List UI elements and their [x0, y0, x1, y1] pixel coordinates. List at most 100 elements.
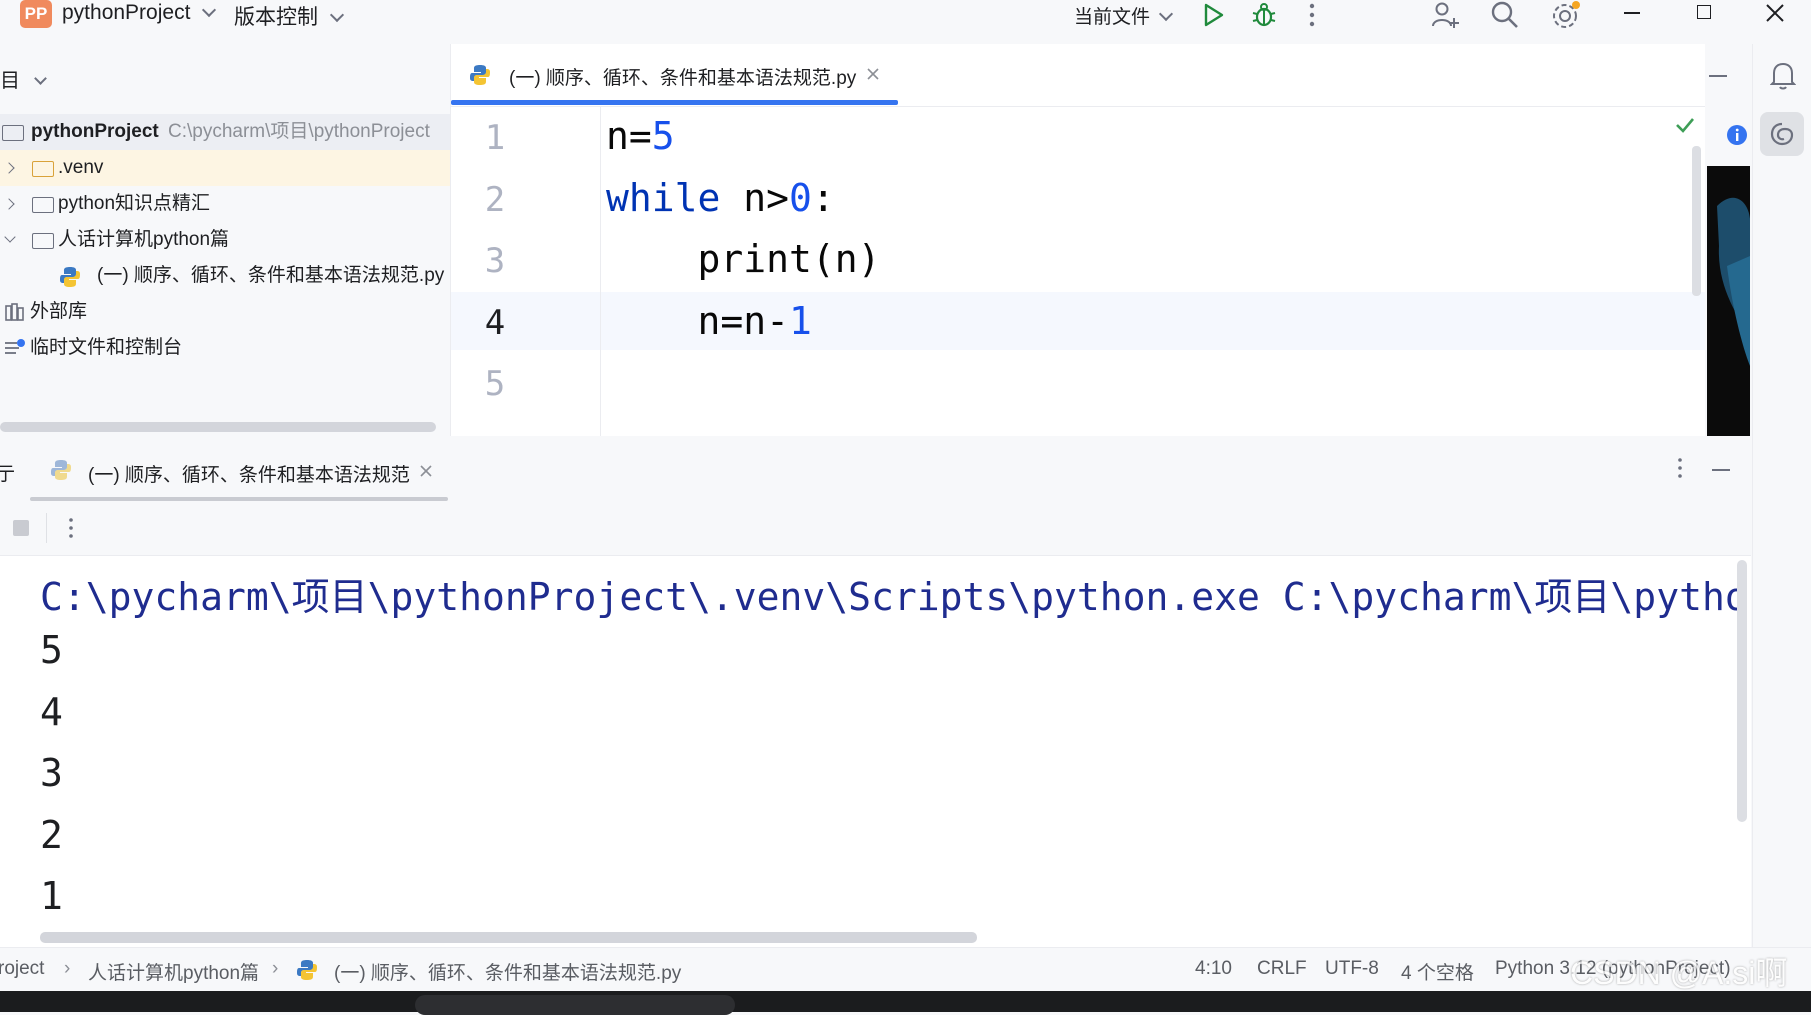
run-config-selector[interactable]: 当前文件	[1074, 2, 1174, 29]
folder-icon	[2, 125, 24, 141]
tree-item-external-libraries[interactable]: 外部库	[0, 294, 450, 330]
editor-tab[interactable]: (一) 顺序、循环、条件和基本语法规范.py	[451, 44, 898, 106]
code-token: print(n)	[606, 237, 881, 281]
info-icon[interactable]	[1726, 124, 1748, 146]
console-output-line: 2	[40, 813, 63, 857]
line-separator[interactable]: CRLF	[1257, 958, 1307, 980]
code-line-4[interactable]: n=n-1	[606, 299, 812, 343]
run-tab[interactable]: (一) 顺序、循环、条件和基本语法规范	[30, 437, 448, 501]
title-bar: PP pythonProject 版本控制 当前文件	[0, 0, 1811, 44]
code-line-1[interactable]: n=5	[606, 114, 675, 158]
gutter-divider	[600, 107, 601, 436]
console-vertical-scrollbar[interactable]	[1737, 560, 1747, 822]
tree-item-label: python知识点精汇	[58, 193, 211, 214]
debug-icon[interactable]	[1250, 1, 1278, 29]
tree-item-scratches[interactable]: 临时文件和控制台	[0, 330, 450, 366]
chevron-right-icon	[3, 162, 15, 174]
more-vertical-icon[interactable]	[1306, 2, 1318, 28]
vcs-label: 版本控制	[234, 6, 318, 29]
active-tab-underline	[451, 100, 898, 105]
breadcrumb-project[interactable]: roject	[0, 958, 44, 980]
project-horizontal-scrollbar[interactable]	[0, 422, 436, 432]
toolbar-divider	[46, 513, 47, 543]
console-output-line: 1	[40, 874, 63, 918]
breadcrumb-separator: ›	[64, 958, 71, 979]
side-preview-panel	[1707, 166, 1750, 436]
watermark: CSDN @A.si啊	[1570, 955, 1788, 991]
console-output[interactable]: C:\pycharm\项目\pythonProject\.venv\Script…	[10, 556, 1738, 946]
folder-icon	[32, 161, 54, 177]
chevron-down-icon	[33, 72, 47, 85]
line-number: 3	[484, 241, 506, 281]
inspection-ok-icon[interactable]	[1675, 116, 1695, 134]
gear-icon[interactable]	[1550, 0, 1582, 32]
tree-item-label: pythonProject	[31, 121, 159, 142]
project-name-menu[interactable]: pythonProject	[62, 1, 217, 25]
code-token: n>	[720, 176, 790, 220]
editor-vertical-scrollbar[interactable]	[1692, 146, 1701, 296]
line-number: 1	[484, 118, 506, 158]
run-tab-label: (一) 顺序、循环、条件和基本语法规范	[88, 465, 410, 486]
project-badge[interactable]: PP	[20, 0, 52, 28]
close-icon[interactable]	[867, 68, 879, 80]
add-user-icon[interactable]	[1430, 0, 1460, 30]
close-icon[interactable]	[420, 465, 432, 477]
breadcrumb-separator: ›	[272, 958, 279, 979]
tree-item-label: .venv	[58, 157, 104, 178]
breadcrumb-folder[interactable]: 人话计算机python篇	[88, 958, 259, 985]
code-token-number: 5	[651, 114, 675, 158]
ai-assistant-icon	[1770, 122, 1794, 146]
run-panel-minimize-button[interactable]	[1712, 469, 1730, 471]
code-token-number: 0	[789, 176, 812, 220]
file-encoding[interactable]: UTF-8	[1325, 958, 1379, 980]
notifications-icon[interactable]	[1770, 60, 1796, 90]
console-horizontal-scrollbar[interactable]	[40, 932, 977, 943]
line-number: 5	[484, 364, 506, 404]
run-config-label: 当前文件	[1074, 7, 1151, 28]
tree-item-label: 人话计算机python篇	[58, 229, 230, 250]
code-line-2[interactable]: while n>0:	[606, 176, 835, 220]
python-file-icon	[470, 65, 490, 85]
line-number: 2	[484, 180, 506, 220]
console-output-line: 4	[40, 690, 63, 734]
close-window-button[interactable]	[1765, 3, 1785, 23]
tree-item-py-file[interactable]: (一) 顺序、循环、条件和基本语法规范.py	[0, 258, 450, 294]
tree-item-python-notes[interactable]: python知识点精汇	[0, 186, 450, 222]
right-tool-strip	[1752, 44, 1811, 969]
chevron-right-icon	[3, 198, 15, 210]
tree-item-python-chapter[interactable]: 人话计算机python篇	[0, 222, 450, 258]
taskbar-search-box[interactable]	[415, 995, 735, 1015]
project-panel-header[interactable]: 目	[0, 64, 47, 93]
os-taskbar	[0, 991, 1811, 1015]
python-file-icon	[60, 267, 80, 287]
stop-button[interactable]	[13, 520, 29, 536]
caret-position[interactable]: 4:10	[1195, 958, 1232, 980]
python-file-icon	[297, 960, 317, 980]
status-bar: roject › 人话计算机python篇 › (一) 顺序、循环、条件和基本语…	[0, 947, 1811, 992]
minimize-window-button[interactable]	[1624, 12, 1640, 14]
indent-setting[interactable]: 4 个空格	[1401, 958, 1474, 985]
project-tool-window: 目 pythonProject C:\pycharm\项目\pythonProj…	[0, 44, 451, 436]
console-command-line: C:\pycharm\项目\pythonProject\.venv\Script…	[40, 575, 1738, 619]
console-output-line: 3	[40, 751, 63, 795]
project-panel-title: 目	[0, 70, 20, 92]
search-icon[interactable]	[1490, 0, 1520, 30]
code-line-3[interactable]: print(n)	[606, 237, 881, 281]
project-name: pythonProject	[62, 1, 191, 24]
breadcrumb-file[interactable]: (一) 顺序、循环、条件和基本语法规范.py	[334, 958, 681, 985]
editor-minimize-button[interactable]	[1709, 75, 1727, 77]
chevron-down-icon	[1159, 6, 1174, 22]
restore-window-button[interactable]	[1697, 5, 1711, 19]
tree-item-project-root[interactable]: pythonProject C:\pycharm\项目\pythonProjec…	[0, 114, 450, 150]
run-icon[interactable]	[1200, 2, 1226, 28]
editor-tab-bar: (一) 顺序、循环、条件和基本语法规范.py	[451, 44, 1727, 107]
more-vertical-icon[interactable]	[66, 517, 76, 539]
tree-item-venv[interactable]: .venv	[0, 150, 450, 186]
vcs-menu[interactable]: 版本控制	[234, 1, 344, 31]
ai-assistant-button[interactable]	[1760, 112, 1804, 156]
code-token: :	[811, 176, 835, 220]
more-vertical-icon[interactable]	[1675, 457, 1685, 479]
run-panel-title: 亍	[0, 464, 16, 485]
tree-item-path: C:\pycharm\项目\pythonProject	[168, 121, 430, 142]
tree-item-label: 临时文件和控制台	[30, 337, 183, 358]
